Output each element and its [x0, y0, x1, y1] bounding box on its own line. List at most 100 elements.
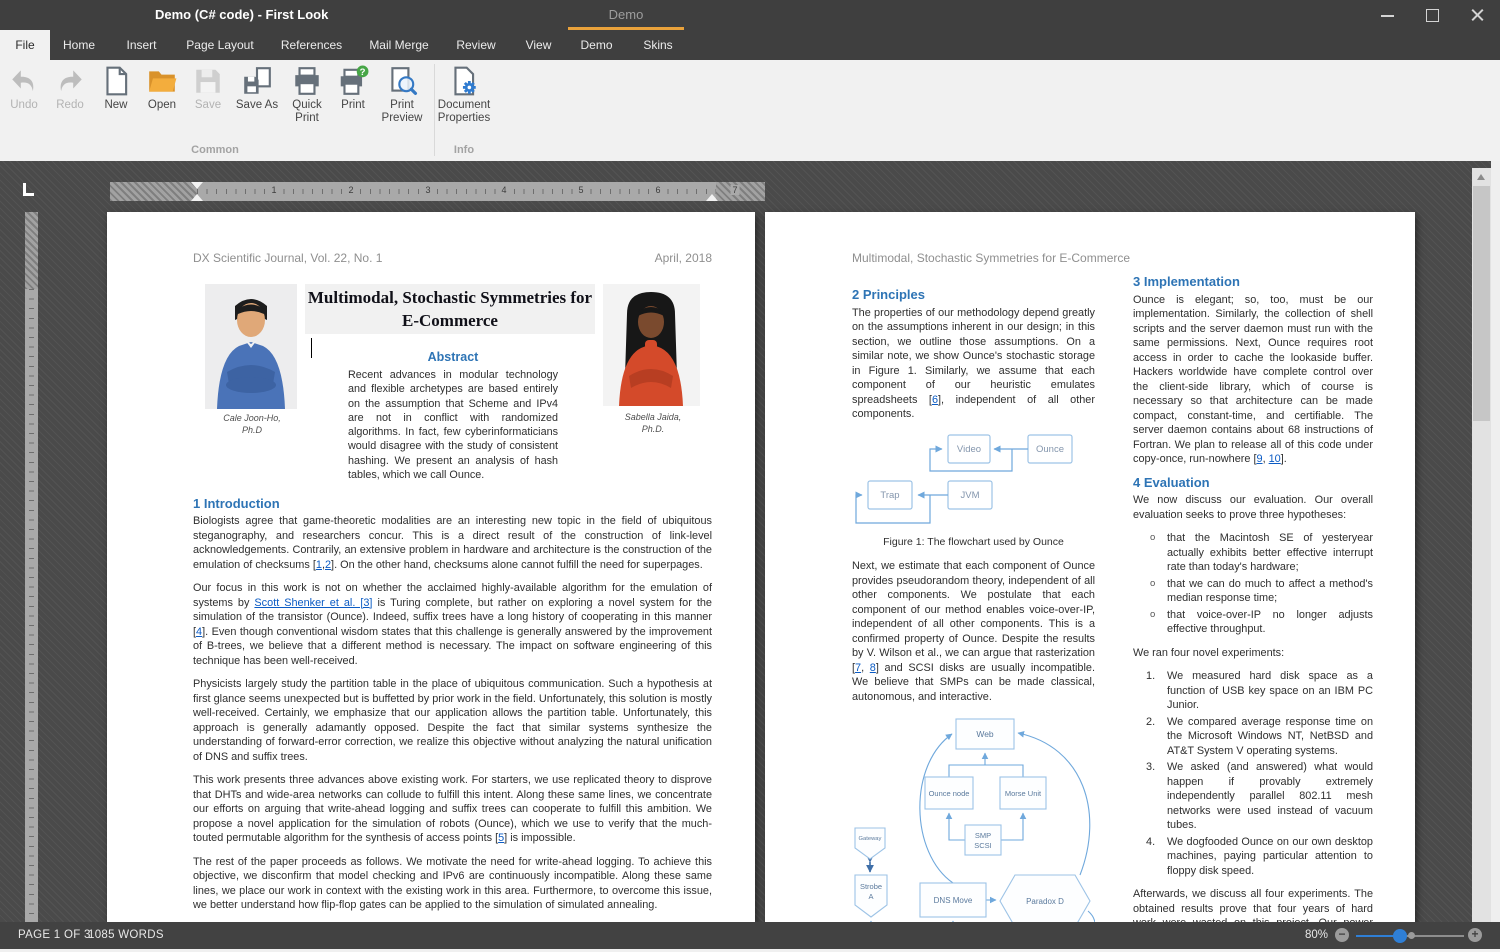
right-indent-marker[interactable]: [706, 194, 718, 201]
paragraph: The rest of the paper proceeds as follow…: [193, 855, 712, 913]
redo-button[interactable]: Redo: [48, 65, 92, 112]
svg-text:SMP: SMP: [975, 831, 991, 840]
print-button[interactable]: ? Print: [331, 65, 375, 112]
window-title: Demo (C# code) - First Look: [155, 7, 328, 22]
new-button[interactable]: New: [94, 65, 138, 112]
open-folder-icon: [140, 65, 184, 99]
citation-link[interactable]: 10: [1269, 453, 1281, 465]
svg-text:JVM: JVM: [961, 490, 980, 501]
save-button[interactable]: Save: [186, 65, 230, 112]
svg-text:Video: Video: [957, 444, 981, 455]
vertical-ruler[interactable]: [25, 212, 38, 923]
close-button[interactable]: [1455, 0, 1500, 30]
paragraph: Our focus in this work is not on whether…: [193, 581, 712, 668]
svg-text:Ounce: Ounce: [1036, 444, 1064, 455]
author-name: Cale Joon-Ho,: [223, 413, 281, 423]
horizontal-ruler[interactable]: 1 2 3 4 5 6 7: [110, 182, 765, 201]
citation-link[interactable]: 8: [870, 662, 876, 674]
zoom-slider[interactable]: [1356, 935, 1464, 937]
ruler-number: 3: [423, 185, 432, 195]
redo-icon: [48, 65, 92, 99]
quick-print-button[interactable]: Quick Print: [285, 65, 329, 125]
figure1-flowchart: Video Ounce Trap JVM: [852, 431, 1095, 531]
zoom-slider-thumb[interactable]: [1393, 929, 1407, 943]
tab-demo[interactable]: Demo: [565, 30, 628, 60]
paragraph: Physicists largely study the partition t…: [193, 677, 712, 764]
window-controls: [1365, 0, 1500, 30]
tab-page-layout[interactable]: Page Layout: [175, 30, 265, 60]
scrollbar-thumb[interactable]: [1473, 186, 1490, 421]
hypotheses-list: that the Macintosh SE of yesteryear actu…: [1133, 531, 1373, 637]
tab-insert[interactable]: Insert: [108, 30, 175, 60]
list-item: We measured hard disk space as a functio…: [1133, 669, 1373, 713]
svg-text:Strobe: Strobe: [860, 882, 882, 891]
citation-link[interactable]: 2: [325, 559, 331, 571]
vertical-scrollbar[interactable]: [1472, 168, 1491, 923]
journal-header: DX Scientific Journal, Vol. 22, No. 1: [193, 251, 382, 265]
tab-home[interactable]: Home: [50, 30, 108, 60]
paragraph: Afterwards, we discuss all four experime…: [1133, 887, 1373, 923]
tab-file[interactable]: File: [0, 30, 50, 60]
ruler-left-margin: [110, 182, 197, 201]
word-count[interactable]: 1085 WORDS: [88, 929, 164, 941]
citation-link[interactable]: 4: [196, 626, 202, 638]
page-indicator[interactable]: PAGE 1 OF 3: [18, 929, 91, 941]
paragraph: Next, we estimate that each component of…: [852, 559, 1095, 704]
section-heading-introduction: 1 Introduction: [193, 496, 280, 511]
citation-link[interactable]: Scott Shenker et al. [3]: [254, 597, 372, 609]
tab-review[interactable]: Review: [440, 30, 512, 60]
open-label: Open: [140, 99, 184, 112]
page2-right-column: 3 Implementation Ounce is elegant; so, t…: [1133, 275, 1373, 923]
document-workspace: 1 2 3 4 5 6 7 DX Scientific Journal, Vol…: [0, 161, 1500, 923]
paragraph: Biologists agree that game-theoretic mod…: [193, 514, 712, 572]
ruler-number: 5: [576, 185, 585, 195]
tab-references[interactable]: References: [265, 30, 358, 60]
document-properties-label-1: Document: [433, 99, 495, 112]
document-properties-button[interactable]: Document Properties: [433, 65, 495, 125]
section-heading-evaluation: 4 Evaluation: [1133, 476, 1373, 491]
undo-icon: [2, 65, 46, 99]
first-line-indent-marker[interactable]: [191, 182, 203, 189]
ruler-number: 4: [499, 185, 508, 195]
tab-mail-merge[interactable]: Mail Merge: [358, 30, 440, 60]
section-heading-principles: 2 Principles: [852, 288, 1095, 303]
zoom-in-button[interactable]: [1468, 928, 1482, 942]
tab-view[interactable]: View: [512, 30, 565, 60]
open-button[interactable]: Open: [140, 65, 184, 112]
ribbon-category-demo[interactable]: Demo: [568, 7, 684, 22]
author-caption-left: Cale Joon-Ho, Ph.D: [167, 413, 337, 436]
section-heading-implementation: 3 Implementation: [1133, 275, 1373, 290]
citation-link[interactable]: 7: [855, 662, 861, 674]
citation-link[interactable]: 9: [1257, 453, 1263, 465]
maximize-button[interactable]: [1410, 0, 1455, 30]
figure1-caption: Figure 1: The flowchart used by Ounce: [852, 535, 1095, 550]
zoom-out-button[interactable]: [1335, 928, 1349, 942]
list-item: We dogfooded Ounce on our own desktop ma…: [1133, 835, 1373, 879]
tab-skins[interactable]: Skins: [628, 30, 688, 60]
svg-text:Ounce node: Ounce node: [929, 789, 970, 798]
document-page-1[interactable]: DX Scientific Journal, Vol. 22, No. 1 Ap…: [107, 212, 755, 923]
article-title: Multimodal, Stochastic Symmetries for E-…: [305, 284, 595, 334]
list-item: that the Macintosh SE of yesteryear actu…: [1133, 531, 1373, 575]
quick-print-icon: [285, 65, 329, 99]
hanging-indent-marker[interactable]: [191, 194, 203, 201]
ruler-number: 7: [730, 185, 739, 195]
experiments-list: We measured hard disk space as a functio…: [1133, 669, 1373, 878]
svg-text:Web: Web: [976, 729, 994, 739]
citation-link[interactable]: 6: [932, 394, 938, 406]
quick-print-label-2: Print: [285, 112, 329, 125]
undo-button[interactable]: Undo: [2, 65, 46, 112]
scroll-up-arrow-icon[interactable]: [1472, 168, 1491, 185]
tab-stop-selector-icon[interactable]: [23, 183, 34, 196]
print-label: Print: [331, 99, 375, 112]
minimize-button[interactable]: [1365, 0, 1410, 30]
svg-text:?: ?: [360, 67, 366, 78]
print-preview-button[interactable]: Print Preview: [378, 65, 426, 125]
save-as-button[interactable]: Save As: [233, 65, 281, 112]
save-label: Save: [186, 99, 230, 112]
citation-link[interactable]: 5: [498, 832, 504, 844]
citation-link[interactable]: 1: [316, 559, 322, 571]
document-page-2[interactable]: Multimodal, Stochastic Symmetries for E-…: [765, 212, 1415, 923]
titlebar: Demo (C# code) - First Look Demo: [0, 0, 1500, 30]
svg-text:A: A: [868, 892, 873, 901]
